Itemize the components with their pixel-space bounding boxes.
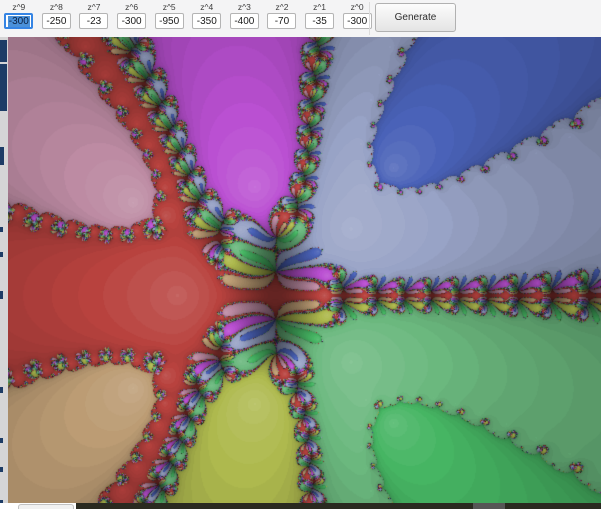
- coefficient-input-z2[interactable]: [267, 13, 297, 29]
- coefficient-label: z^4: [200, 2, 214, 12]
- coefficient-field-z4: z^4: [188, 2, 226, 29]
- coefficient-field-z2: z^2: [263, 2, 301, 29]
- coefficient-field-z1: z^1: [301, 2, 339, 29]
- coefficient-label: z^2: [275, 2, 289, 12]
- coefficient-label: z^0: [350, 2, 364, 12]
- coefficient-input-z6[interactable]: [117, 13, 147, 29]
- edge-mark: [0, 467, 3, 472]
- fractal-canvas: [8, 37, 601, 503]
- coefficient-input-z8[interactable]: [41, 13, 71, 29]
- background-strip-segment: [473, 503, 505, 509]
- coefficient-input-z9[interactable]: -300: [4, 13, 34, 29]
- coefficient-field-z6: z^6: [113, 2, 151, 29]
- edge-mark: [0, 227, 3, 232]
- coefficient-field-z3: z^3: [226, 2, 264, 29]
- edge-mark: [0, 291, 3, 299]
- coefficient-label: z^7: [87, 2, 101, 12]
- coefficient-field-z7: z^7: [75, 2, 113, 29]
- coefficient-input-z7[interactable]: [79, 13, 109, 29]
- edge-mark: [0, 387, 3, 393]
- coefficient-input-z5[interactable]: [154, 13, 184, 29]
- coefficient-label: z^8: [49, 2, 63, 12]
- edge-mark: [0, 438, 3, 443]
- coefficient-label: z^5: [162, 2, 176, 12]
- edge-mark: [0, 64, 7, 111]
- background-window-edge: [0, 37, 8, 503]
- edge-mark: [0, 147, 4, 165]
- edge-mark: [0, 252, 3, 257]
- coefficient-label: z^9: [12, 2, 26, 12]
- selected-text: -300: [7, 15, 30, 27]
- background-area: [0, 503, 76, 509]
- coefficient-label: z^3: [237, 2, 251, 12]
- coefficient-fields: z^9 -300 z^8 z^7 z^6 z^5 z^4 z^3 z^2 z^1 z^0: [0, 2, 376, 29]
- coefficient-input-z1[interactable]: [305, 13, 335, 29]
- toolbar: z^9 -300 z^8 z^7 z^6 z^5 z^4 z^3 z^2 z^1 z^0 Gener…: [0, 0, 601, 37]
- fractal-view: [8, 37, 601, 503]
- coefficient-field-z8: z^8: [38, 2, 76, 29]
- background-partial-button: [18, 504, 74, 509]
- coefficient-input-z4[interactable]: [192, 13, 222, 29]
- background-window-strip: [76, 503, 601, 509]
- edge-mark: [0, 40, 7, 62]
- generate-button[interactable]: Generate: [375, 3, 456, 32]
- coefficient-field-z9: z^9 -300: [0, 2, 38, 29]
- toolbar-separator: [369, 2, 370, 35]
- coefficient-label: z^6: [125, 2, 139, 12]
- coefficient-field-z0: z^0: [338, 2, 376, 29]
- coefficient-input-z0[interactable]: [342, 13, 372, 29]
- coefficient-input-z3[interactable]: [229, 13, 259, 29]
- coefficient-field-z5: z^5: [150, 2, 188, 29]
- coefficient-label: z^1: [313, 2, 327, 12]
